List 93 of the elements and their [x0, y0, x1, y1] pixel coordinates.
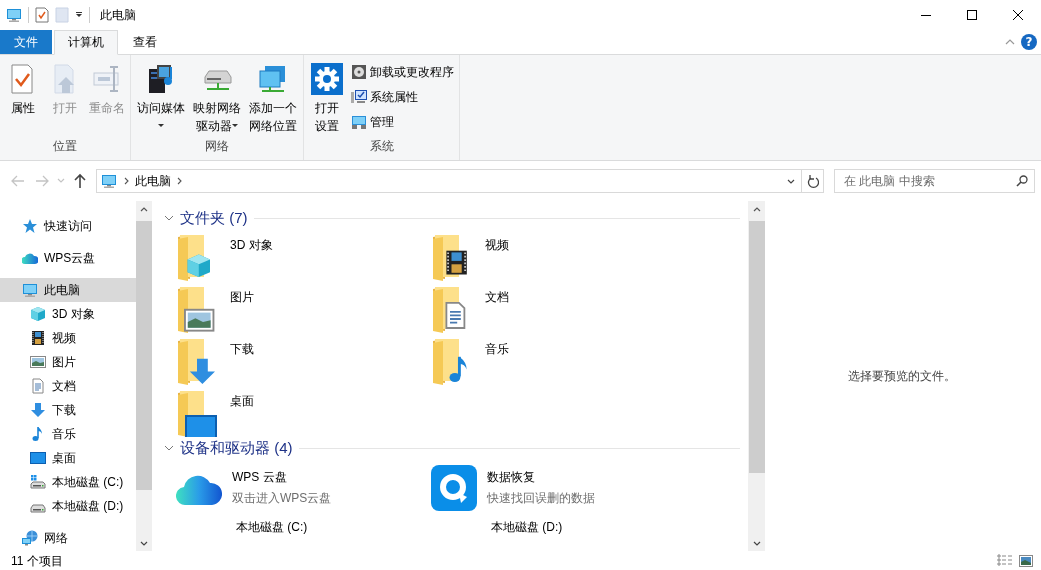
- sidebar-item[interactable]: WPS云盘: [0, 246, 136, 270]
- help-button[interactable]: ?: [1021, 34, 1037, 50]
- folder-item[interactable]: 视频: [431, 229, 686, 281]
- cube-icon: [30, 306, 46, 322]
- collapse-icon[interactable]: [1005, 39, 1015, 45]
- dropdown-icon[interactable]: [75, 11, 83, 19]
- chevron-down-icon[interactable]: [164, 215, 174, 221]
- ribbon-tab[interactable]: 查看: [120, 30, 170, 54]
- breadcrumb[interactable]: 此电脑: [135, 172, 171, 190]
- chevron-down-icon[interactable]: [752, 540, 761, 546]
- search-icon: [1016, 175, 1028, 187]
- sidebar-item[interactable]: 桌面: [0, 446, 136, 470]
- ribbon-button[interactable]: 属性: [3, 59, 43, 138]
- network-icon: [22, 530, 38, 546]
- sidebar-item[interactable]: 下载: [0, 398, 136, 422]
- large-icons-view-icon[interactable]: [1019, 555, 1033, 567]
- star-icon: [22, 218, 38, 234]
- folder-item[interactable]: 下载: [176, 333, 431, 385]
- file-menu-button[interactable]: 文件: [0, 30, 52, 54]
- folder-icon: [176, 389, 220, 437]
- sidebar-item[interactable]: 3D 对象: [0, 302, 136, 326]
- chevron-right-icon: [177, 177, 182, 185]
- caret-icon: [158, 124, 164, 128]
- disc-icon: [351, 64, 367, 80]
- chevron-right-icon: [124, 177, 129, 185]
- scrollbar[interactable]: [136, 201, 152, 551]
- sidebar-item[interactable]: 文档: [0, 374, 136, 398]
- sidebar-item[interactable]: 图片: [0, 350, 136, 374]
- device-name: WPS 云盘: [232, 469, 288, 486]
- section-header[interactable]: 设备和驱动器 (4): [180, 438, 293, 458]
- close-icon: [1013, 10, 1023, 20]
- drive-item[interactable]: 本地磁盘 (D:): [431, 517, 686, 539]
- chevron-down-icon: [57, 178, 65, 184]
- monitor-icon: [30, 450, 46, 466]
- device-name: 数据恢复: [487, 469, 536, 486]
- device-item[interactable]: WPS 云盘 双击进入WPS云盘: [176, 459, 431, 517]
- chevron-down-icon[interactable]: [787, 178, 795, 184]
- sidebar-item[interactable]: 快速访问: [0, 214, 136, 238]
- caret-icon: [232, 124, 238, 128]
- chevron-down-icon[interactable]: [164, 445, 174, 451]
- settings-icon: [311, 63, 343, 95]
- ribbon-button[interactable]: 管理: [349, 111, 456, 133]
- ribbon-button[interactable]: 添加一个网络位置: [246, 59, 300, 138]
- chevron-down-icon[interactable]: [140, 540, 148, 546]
- film-icon: [30, 330, 46, 346]
- computer-icon: [22, 282, 38, 298]
- item-count: 11 个项目: [11, 552, 63, 570]
- address-bar[interactable]: 此电脑: [96, 169, 802, 193]
- document-icon: [30, 378, 46, 394]
- image-icon: [30, 354, 46, 370]
- ribbon-tab[interactable]: 计算机: [54, 30, 118, 55]
- folder-item[interactable]: 音乐: [431, 333, 686, 385]
- ribbon-button[interactable]: 打开设置: [307, 59, 347, 138]
- search-field[interactable]: 在 此电脑 中搜索: [834, 169, 1035, 193]
- group-label: 系统: [368, 138, 395, 155]
- drive-icon: [30, 474, 46, 490]
- ribbon-button[interactable]: 系统属性: [349, 86, 456, 108]
- folder-item[interactable]: 3D 对象: [176, 229, 431, 281]
- recovery-app-icon: [431, 465, 477, 511]
- ribbon-button[interactable]: 访问媒体: [134, 59, 188, 138]
- ribbon-button[interactable]: 映射网络驱动器: [190, 59, 244, 138]
- folder-item[interactable]: 文档: [431, 281, 686, 333]
- maximize-icon: [967, 10, 977, 20]
- refresh-button[interactable]: [802, 169, 824, 193]
- window-title: 此电脑: [100, 6, 136, 24]
- sidebar-item[interactable]: 网络: [0, 526, 136, 550]
- details-view-icon[interactable]: [997, 554, 1013, 568]
- chevron-up-icon[interactable]: [752, 206, 761, 212]
- refresh-icon: [806, 174, 819, 188]
- device-description: 快速找回误删的数据: [487, 490, 595, 507]
- drive-item[interactable]: 本地磁盘 (C:): [176, 517, 431, 539]
- ribbon-button[interactable]: 卸载或更改程序: [349, 61, 456, 83]
- system-monitor-icon: [351, 89, 367, 105]
- sidebar-item[interactable]: 音乐: [0, 422, 136, 446]
- computer-icon[interactable]: [6, 7, 22, 23]
- preview-message: 选择要预览的文件。: [848, 367, 956, 385]
- scrollbar[interactable]: [748, 201, 765, 551]
- download-arrow-icon: [30, 402, 46, 418]
- sidebar-item[interactable]: 此电脑: [0, 278, 136, 302]
- sidebar-item[interactable]: 视频: [0, 326, 136, 350]
- computer-icon: [100, 173, 118, 189]
- sidebar-item[interactable]: 本地磁盘 (C:): [0, 470, 136, 494]
- section-header[interactable]: 文件夹 (7): [180, 208, 248, 228]
- group-label: 位置: [52, 138, 78, 155]
- device-item[interactable]: 数据恢复 快速找回误删的数据: [431, 459, 686, 517]
- device-description: 双击进入WPS云盘: [232, 490, 332, 507]
- checklist-icon[interactable]: [35, 7, 49, 23]
- group-label: 网络: [204, 138, 230, 155]
- folder-item[interactable]: 图片: [176, 281, 431, 333]
- chevron-up-icon[interactable]: [140, 206, 148, 212]
- folder-item[interactable]: 桌面: [176, 385, 431, 437]
- computer-management-icon: [351, 114, 367, 130]
- sidebar-item[interactable]: 本地磁盘 (D:): [0, 494, 136, 518]
